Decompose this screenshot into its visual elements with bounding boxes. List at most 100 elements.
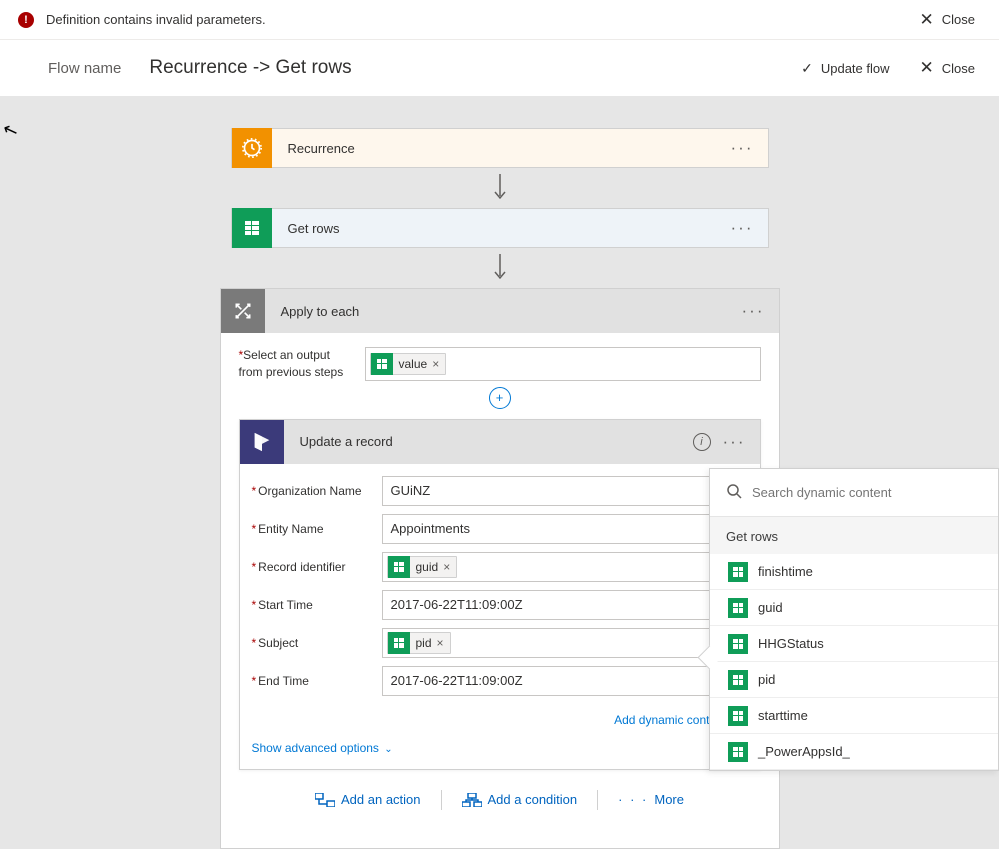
show-advanced-options-link[interactable]: Show advanced options ⌄ (240, 735, 760, 769)
check-icon: ✓ (801, 60, 813, 77)
add-action-label: Add an action (341, 792, 421, 807)
step-get-rows[interactable]: Get rows ··· (231, 208, 769, 248)
update-record-menu-button[interactable]: ··· (723, 432, 760, 452)
step-recurrence[interactable]: Recurrence ··· (231, 128, 769, 168)
add-action-button[interactable]: Add an action (295, 792, 441, 807)
start-time-input[interactable]: 2017-06-22T11:09:00Z (382, 590, 748, 620)
connector-arrow (231, 168, 769, 208)
org-value: GUiNZ (391, 483, 431, 498)
error-banner: ! Definition contains invalid parameters… (0, 0, 999, 40)
org-label: Organization Name (258, 484, 361, 498)
close-icon: ✕ (920, 58, 934, 78)
token-remove-button[interactable]: × (437, 636, 444, 650)
card-actions: Add an action Add a condition · · · More (239, 770, 761, 830)
start-label: Start Time (258, 598, 313, 612)
header-close-label: Close (942, 61, 975, 76)
add-condition-button[interactable]: Add a condition (442, 792, 598, 807)
dynamic-item-powerappsid[interactable]: _PowerAppsId_ (710, 734, 998, 770)
info-icon[interactable]: i (693, 433, 711, 451)
sheets-icon (232, 208, 272, 248)
end-time-input[interactable]: 2017-06-22T11:09:00Z (382, 666, 748, 696)
close-icon: ✕ (920, 10, 934, 30)
add-step-button[interactable]: + (489, 387, 511, 409)
dynamic-item-starttime[interactable]: starttime (710, 698, 998, 734)
sheets-icon (728, 670, 748, 690)
dynamic-item-label: finishtime (758, 564, 813, 579)
error-icon: ! (18, 12, 34, 28)
apply-to-each-header[interactable]: Apply to each ··· (221, 289, 779, 333)
update-record-card: Update a record i ··· *Organization Name… (239, 419, 761, 770)
get-rows-menu-button[interactable]: ··· (731, 218, 768, 238)
sheets-icon (388, 556, 410, 578)
error-message: Definition contains invalid parameters. (46, 12, 266, 27)
search-icon (726, 483, 742, 502)
clock-icon (232, 128, 272, 168)
add-action-icon (315, 793, 335, 807)
apply-title: Apply to each (265, 304, 742, 319)
apply-menu-button[interactable]: ··· (742, 301, 779, 321)
entity-value: Appointments (391, 521, 471, 536)
token-remove-button[interactable]: × (443, 560, 450, 574)
token-guid[interactable]: guid × (387, 556, 458, 578)
update-flow-button[interactable]: ✓ Update flow (801, 60, 889, 77)
dynamic-section-header: Get rows (710, 517, 998, 554)
subject-input[interactable]: pid × (382, 628, 748, 658)
token-pid[interactable]: pid × (387, 632, 451, 654)
connector-arrow (231, 248, 769, 288)
entity-label: Entity Name (258, 522, 323, 536)
sheets-icon (728, 598, 748, 618)
close-label: Close (942, 12, 975, 27)
update-flow-label: Update flow (821, 61, 890, 76)
sheets-icon (388, 632, 410, 654)
recurrence-title: Recurrence (272, 141, 731, 156)
advanced-label: Show advanced options (252, 741, 379, 755)
dynamic-item-finishtime[interactable]: finishtime (710, 554, 998, 590)
get-rows-title: Get rows (272, 221, 731, 236)
dynamic-item-guid[interactable]: guid (710, 590, 998, 626)
dynamic-item-label: pid (758, 672, 775, 687)
more-icon: · · · (618, 792, 648, 807)
sheets-icon (728, 742, 748, 762)
dynamic-item-label: _PowerAppsId_ (758, 744, 850, 759)
end-value: 2017-06-22T11:09:00Z (391, 673, 523, 688)
start-value: 2017-06-22T11:09:00Z (391, 597, 523, 612)
sheets-icon (728, 706, 748, 726)
more-button[interactable]: · · · More (598, 792, 704, 807)
select-output-row: *Select an output from previous steps va… (239, 347, 761, 381)
entity-select[interactable]: Appointments (382, 514, 748, 544)
sheets-icon (728, 562, 748, 582)
token-label: value (399, 357, 428, 371)
update-record-header[interactable]: Update a record i ··· (240, 420, 760, 464)
dynamic-item-pid[interactable]: pid (710, 662, 998, 698)
add-condition-label: Add a condition (488, 792, 578, 807)
token-remove-button[interactable]: × (432, 357, 439, 371)
organization-select[interactable]: GUiNZ (382, 476, 748, 506)
dynamic-item-label: starttime (758, 708, 808, 723)
header-close-button[interactable]: ✕ Close (920, 58, 976, 78)
add-dynamic-content-link[interactable]: Add dynamic content + (240, 710, 760, 735)
select-output-label-2: from previous steps (239, 365, 344, 379)
banner-close-button[interactable]: ✕ Close (920, 10, 976, 30)
add-condition-icon (462, 793, 482, 807)
dynamic-search-input[interactable] (752, 485, 982, 500)
token-value[interactable]: value × (370, 353, 447, 375)
select-output-input[interactable]: value × (365, 347, 761, 381)
flow-name-label: Flow name (48, 60, 121, 77)
sheets-icon (728, 634, 748, 654)
flow-title: Recurrence -> Get rows (149, 57, 771, 79)
dynamics-icon (240, 420, 284, 464)
dynamic-content-pane: Get rows finishtime guid HHGStatus pid s… (709, 468, 999, 771)
token-label: guid (416, 560, 439, 574)
end-label: End Time (258, 674, 309, 688)
chevron-down-icon: ⌄ (384, 744, 392, 755)
loop-icon (221, 289, 265, 333)
record-label: Record identifier (258, 560, 345, 574)
more-label: More (654, 792, 684, 807)
dynamic-item-hhgstatus[interactable]: HHGStatus (710, 626, 998, 662)
dynamic-item-label: HHGStatus (758, 636, 824, 651)
dynamic-item-label: guid (758, 600, 783, 615)
token-label: pid (416, 636, 432, 650)
apply-to-each-block: Apply to each ··· *Select an output from… (220, 288, 780, 849)
record-identifier-input[interactable]: guid × (382, 552, 748, 582)
recurrence-menu-button[interactable]: ··· (731, 138, 768, 158)
